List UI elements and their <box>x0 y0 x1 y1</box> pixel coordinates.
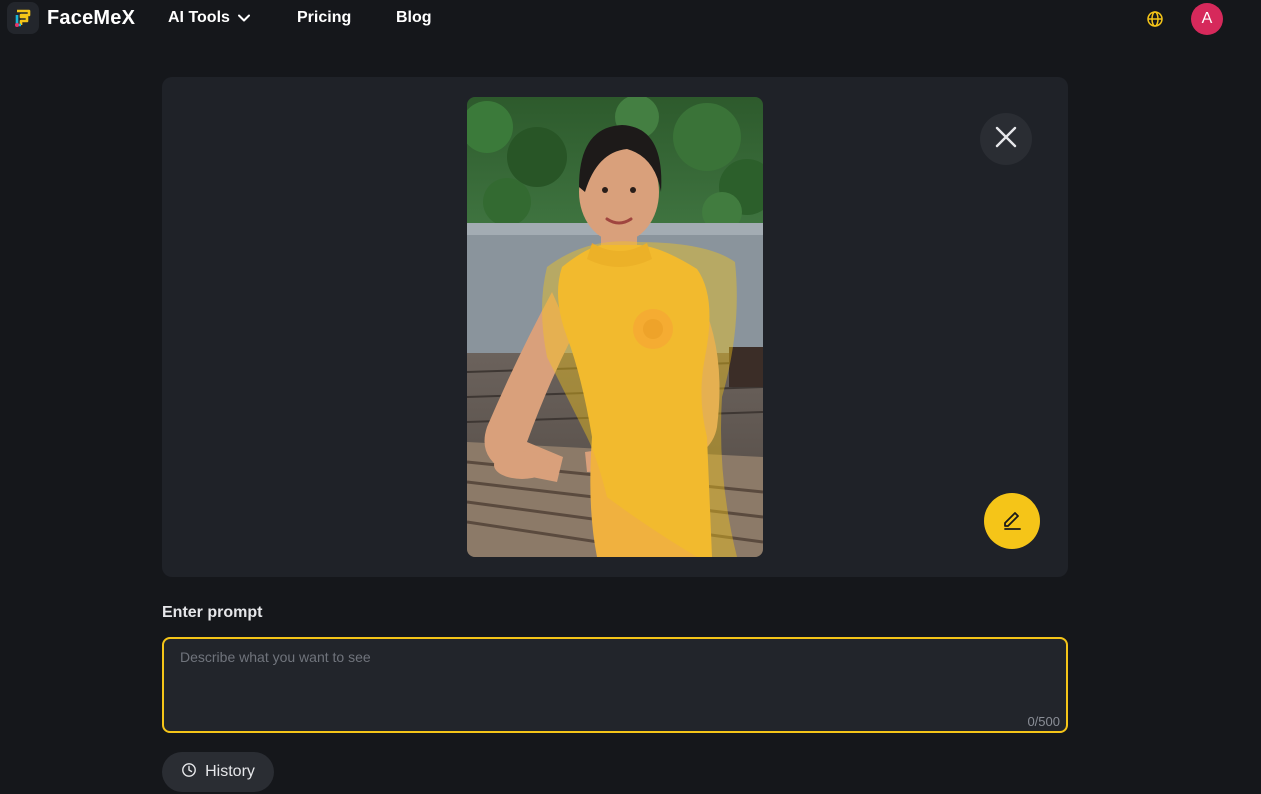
close-icon <box>994 125 1018 154</box>
chevron-down-icon <box>237 14 250 22</box>
nav-pricing-label: Pricing <box>297 9 352 26</box>
nav-pricing[interactable]: Pricing <box>297 9 396 27</box>
nav-ai-tools-label: AI Tools <box>168 9 230 26</box>
edit-mask-button[interactable] <box>984 493 1040 549</box>
brand-logo[interactable]: FaceMeX <box>7 2 135 34</box>
clock-icon <box>181 762 205 783</box>
uploaded-photo[interactable] <box>467 97 763 557</box>
globe-icon[interactable] <box>1146 10 1164 28</box>
nav-blog[interactable]: Blog <box>396 9 432 27</box>
pencil-icon <box>1001 508 1023 535</box>
user-avatar[interactable]: A <box>1191 3 1223 35</box>
brand-name: FaceMeX <box>47 6 136 29</box>
top-navbar: FaceMeX AI Tools Pricing Blog A <box>0 0 1261 38</box>
facemex-logo-icon <box>7 2 39 34</box>
close-button[interactable] <box>980 113 1032 165</box>
image-editor-panel <box>162 77 1068 577</box>
history-button[interactable]: History <box>162 752 274 792</box>
nav-ai-tools[interactable]: AI Tools <box>168 9 297 27</box>
main-nav: AI Tools Pricing Blog <box>168 9 432 27</box>
history-label: History <box>205 763 255 780</box>
nav-blog-label: Blog <box>396 9 432 26</box>
prompt-input[interactable] <box>164 639 1066 731</box>
prompt-field-wrapper: 0/500 <box>162 637 1068 733</box>
prompt-label: Enter prompt <box>162 604 263 621</box>
character-counter: 0/500 <box>1027 714 1060 729</box>
